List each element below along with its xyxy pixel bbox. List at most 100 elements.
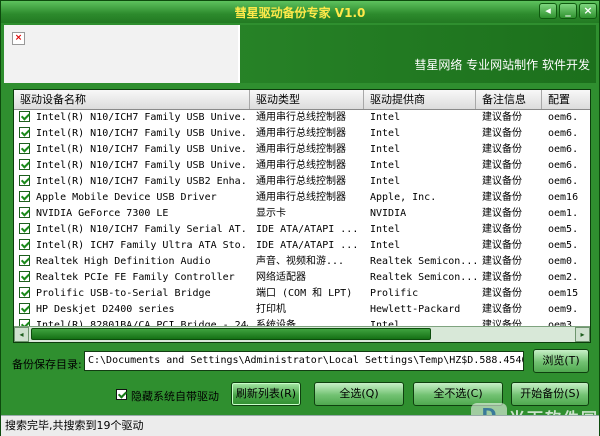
backup-dir-input[interactable]: C:\Documents and Settings\Administrator\… [84, 351, 524, 371]
cell-conf: oem15 [548, 288, 579, 299]
cell-type: 通用串行总线控制器 [256, 144, 346, 155]
cell-type: 声音、视频和游... [256, 256, 345, 267]
cell-conf: oem0. [548, 256, 579, 267]
cell-note: 建议备份 [482, 208, 522, 219]
cell-note: 建议备份 [482, 256, 522, 267]
cell-note: 建议备份 [482, 304, 522, 315]
cell-conf: oem16 [548, 192, 579, 203]
browse-button[interactable]: 浏览(T) [533, 349, 589, 373]
cell-type: 通用串行总线控制器 [256, 160, 346, 171]
cell-vendor: Realtek Semicon... [370, 272, 478, 283]
cell-type: 通用串行总线控制器 [256, 112, 346, 123]
status-bar: 搜索完毕,共搜索到19个驱动 [1, 415, 599, 436]
table-row[interactable]: Intel(R) N10/ICH7 Family USB Unive... 通用串… [14, 126, 590, 142]
cell-vendor: Intel [370, 176, 401, 187]
start-backup-button[interactable]: 开始备份(S) [511, 382, 589, 406]
cell-vendor: Intel [370, 128, 401, 139]
cell-name: Intel(R) N10/ICH7 Family USB Unive... [36, 144, 248, 155]
banner-link[interactable]: 彗星网络 专业网站制作 软件开发 [414, 56, 590, 73]
back-button[interactable]: ◂ [539, 3, 557, 19]
cell-vendor: NVIDIA [370, 208, 407, 219]
cell-type: IDE ATA/ATAPI ... [256, 240, 359, 251]
title-bar[interactable]: 彗星驱动备份专家 V1.0 ◂ _ × [1, 1, 599, 23]
cell-name: Prolific USB-to-Serial Bridge [36, 288, 211, 299]
cell-conf: oem6. [548, 112, 579, 123]
row-checkbox[interactable] [19, 111, 30, 122]
table-row[interactable]: Apple Mobile Device USB Driver 通用串行总线控制器 A… [14, 190, 590, 206]
row-checkbox[interactable] [19, 223, 30, 234]
row-checkbox[interactable] [19, 271, 30, 282]
row-checkbox[interactable] [19, 207, 30, 218]
table-row[interactable]: HP Deskjet D2400 series 打印机 Hewlett-Packar… [14, 302, 590, 318]
table-row[interactable]: NVIDIA GeForce 7300 LE 显示卡 NVIDIA 建议备份 oem1. [14, 206, 590, 222]
column-header-vendor[interactable]: 驱动提供商 [364, 90, 476, 109]
cell-name: Realtek PCIe FE Family Controller [36, 272, 235, 283]
window-title: 彗星驱动备份专家 V1.0 [234, 6, 366, 20]
cell-note: 建议备份 [482, 144, 522, 155]
cell-name: Intel(R) N10/ICH7 Family USB2 Enha... [36, 176, 248, 187]
table-row[interactable]: Intel(R) N10/ICH7 Family USB Unive... 通用串… [14, 142, 590, 158]
cell-type: 通用串行总线控制器 [256, 192, 346, 203]
column-header-note[interactable]: 备注信息 [476, 90, 542, 109]
close-button[interactable]: × [579, 3, 597, 19]
column-header-type[interactable]: 驱动类型 [250, 90, 364, 109]
list-rows: Intel(R) N10/ICH7 Family USB Unive... 通用串… [14, 110, 590, 334]
scroll-right-arrow-icon[interactable]: ▸ [575, 327, 590, 342]
refresh-list-button[interactable]: 刷新列表(R) [231, 382, 301, 406]
cell-type: IDE ATA/ATAPI ... [256, 224, 359, 235]
column-header-config[interactable]: 配置 [542, 90, 590, 109]
row-checkbox[interactable] [19, 143, 30, 154]
backup-dir-label: 备份保存目录: [12, 358, 82, 371]
minimize-button[interactable]: _ [559, 3, 577, 19]
cell-note: 建议备份 [482, 192, 522, 203]
row-checkbox[interactable] [19, 191, 30, 202]
table-row[interactable]: Intel(R) N10/ICH7 Family USB2 Enha... 通用串… [14, 174, 590, 190]
cell-conf: oem6. [548, 176, 579, 187]
row-checkbox[interactable] [19, 127, 30, 138]
cell-vendor: Intel [370, 240, 401, 251]
driver-list[interactable]: 驱动设备名称 驱动类型 驱动提供商 备注信息 配置 Intel(R) N10/I… [13, 89, 591, 343]
app-window: 彗星驱动备份专家 V1.0 ◂ _ × × 彗星网络 专业网站制作 软件开发 驱… [0, 0, 600, 436]
horizontal-scrollbar[interactable]: ◂ ▸ [14, 326, 590, 342]
row-checkbox[interactable] [19, 303, 30, 314]
cell-conf: oem5. [548, 240, 579, 251]
checkbox-box[interactable] [116, 389, 127, 400]
broken-image-icon: × [12, 32, 25, 45]
row-checkbox[interactable] [19, 255, 30, 266]
table-row[interactable]: Realtek High Definition Audio 声音、视频和游... R… [14, 254, 590, 270]
row-checkbox[interactable] [19, 175, 30, 186]
cell-type: 打印机 [256, 304, 286, 315]
scrollbar-thumb[interactable] [31, 328, 431, 340]
cell-name: Intel(R) N10/ICH7 Family Serial AT... [36, 224, 248, 235]
cell-conf: oem6. [548, 128, 579, 139]
cell-type: 端口 (COM 和 LPT) [256, 288, 353, 299]
table-row[interactable]: Realtek PCIe FE Family Controller 网络适配器 Re… [14, 270, 590, 286]
cell-vendor: Hewlett-Packard [370, 304, 461, 315]
table-row[interactable]: Prolific USB-to-Serial Bridge 端口 (COM 和 L… [14, 286, 590, 302]
banner: × 彗星网络 专业网站制作 软件开发 [4, 25, 596, 83]
cell-name: HP Deskjet D2400 series [36, 304, 175, 315]
select-all-button[interactable]: 全选(Q) [314, 382, 404, 406]
table-row[interactable]: Intel(R) N10/ICH7 Family USB Unive... 通用串… [14, 110, 590, 126]
cell-vendor: Intel [370, 144, 401, 155]
row-checkbox[interactable] [19, 287, 30, 298]
table-row[interactable]: Intel(R) N10/ICH7 Family USB Unive... 通用串… [14, 158, 590, 174]
cell-note: 建议备份 [482, 224, 522, 235]
row-checkbox[interactable] [19, 239, 30, 250]
cell-vendor: Intel [370, 160, 401, 171]
cell-note: 建议备份 [482, 112, 522, 123]
cell-note: 建议备份 [482, 272, 522, 283]
table-row[interactable]: Intel(R) N10/ICH7 Family Serial AT... IDE… [14, 222, 590, 238]
cell-note: 建议备份 [482, 240, 522, 251]
column-header-name[interactable]: 驱动设备名称 [14, 90, 250, 109]
checkbox-label: 隐藏系统自带驱动 [131, 390, 219, 403]
table-row[interactable]: Intel(R) ICH7 Family Ultra ATA Sto... IDE… [14, 238, 590, 254]
cell-name: Realtek High Definition Audio [36, 256, 211, 267]
banner-image-area: × [4, 25, 240, 83]
row-checkbox[interactable] [19, 159, 30, 170]
cell-note: 建议备份 [482, 128, 522, 139]
cell-name: Intel(R) N10/ICH7 Family USB Unive... [36, 160, 248, 171]
scroll-left-arrow-icon[interactable]: ◂ [14, 327, 29, 342]
cell-note: 建议备份 [482, 160, 522, 171]
cell-conf: oem1. [548, 208, 579, 219]
